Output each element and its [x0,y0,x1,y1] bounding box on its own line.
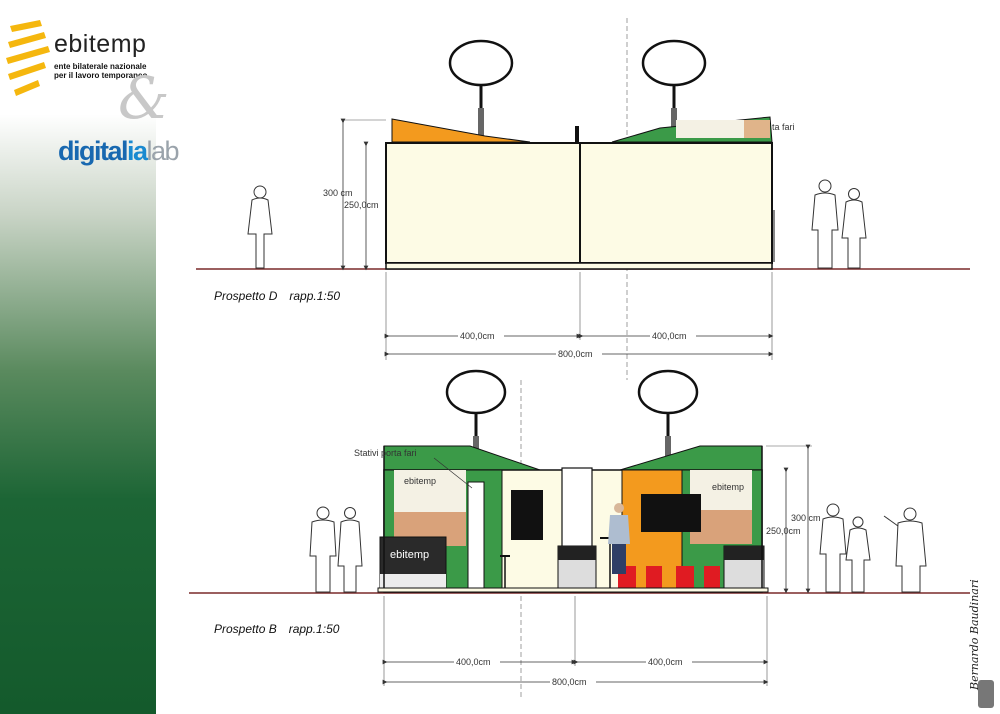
b-width-left-label: 400,0cm [456,657,491,667]
elevation-b-title: Prospetto B [214,622,277,636]
elevation-d-title: Prospetto D [214,289,278,303]
d-height-total-label: 300 cm [323,188,353,198]
b-counter-brand-text: ebitemp [390,549,429,561]
d-width-left-label: 400,0cm [460,331,495,341]
elevation-b-caption: Prospetto B rapp.1:50 [214,622,339,636]
person-figure-icon [811,179,867,269]
b-width-right-label: 400,0cm [648,657,683,667]
d-note-label: ta fari [772,122,795,132]
person-figure-icon [247,185,273,269]
d-height-panel-label: 250,0cm [344,200,379,210]
d-width-right-label: 400,0cm [652,331,687,341]
elevation-b-scale: rapp.1:50 [288,622,340,636]
b-height-total-label: 300 cm [791,513,821,523]
elevation-b: ebitemp ebitemp ebitemp Stativi porta fa… [189,369,970,688]
monitor-screen [511,490,543,540]
b-note-label: Stativi porta fari [354,448,417,458]
b-width-total-label: 800,0cm [552,677,587,687]
b-height-panel-label: 250,0cm [766,526,801,536]
d-width-total-label: 800,0cm [558,349,593,359]
lamp-stand-left-icon [448,39,514,138]
monitor-screen [641,494,701,532]
acero-badge-icon [978,680,994,708]
b-panel-brand-text-right: ebitemp [712,482,744,492]
elevation-d: 300 cm 250,0cm ta fari 400,0cm 400,0cm 8… [196,39,970,360]
elevation-d-scale: rapp.1:50 [289,289,341,303]
elevation-d-caption: Prospetto D rapp.1:50 [214,289,340,303]
b-panel-brand-text: ebitemp [404,476,436,486]
person-figure-icon [309,506,363,593]
designer-signature: Bernardo Baudinari [968,579,981,690]
elevation-drawing: 300 cm 250,0cm ta fari 400,0cm 400,0cm 8… [189,18,970,700]
person-figure-icon [819,503,927,593]
